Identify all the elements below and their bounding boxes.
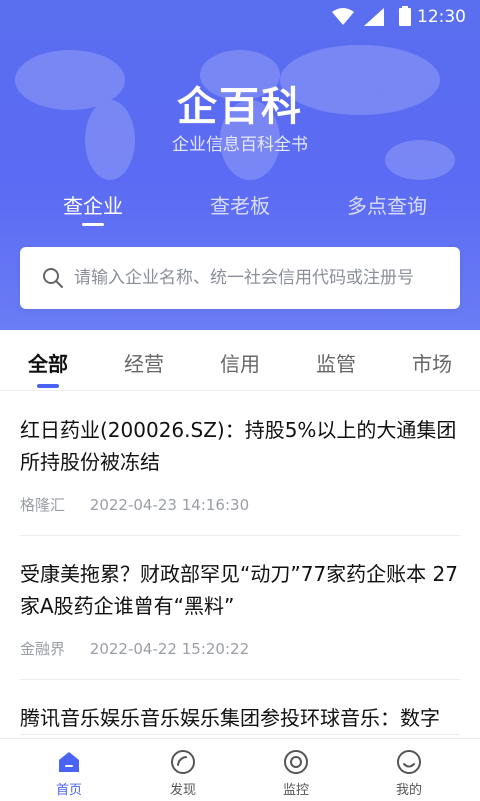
tab-active-indicator — [82, 223, 104, 226]
monitor-icon — [284, 750, 308, 774]
category-tabs: 全部 经营 信用 监管 市场 — [0, 330, 480, 391]
search-icon — [43, 268, 63, 288]
home-icon — [59, 752, 79, 772]
news-headline: 腾讯音乐娱乐音乐娱乐集团参投环球音乐：数字 — [20, 706, 440, 730]
news-list: 红日药业(200026.SZ)：持股5%以上的大通集团所持股份被冻结 格隆汇 2… — [0, 392, 480, 737]
tab-boss[interactable]: 查老板 — [210, 190, 270, 219]
hero-header: 12:30 企百科 企业信息百科全书 查企业 查老板 多点查询 — [0, 0, 480, 330]
news-item[interactable]: 腾讯音乐娱乐音乐娱乐集团参投环球音乐：数字 — [20, 680, 460, 735]
battery-icon — [399, 6, 411, 26]
news-headline: 受康美拖累？财政部罕见“动刀”77家药企账本 27家A股药企谁曾有“黑料” — [20, 562, 458, 618]
tab-company[interactable]: 查企业 — [63, 190, 123, 219]
nav-home-label: 首页 — [55, 783, 82, 798]
news-meta: 金融界 2022-04-22 15:20:22 — [20, 622, 460, 679]
category-operation[interactable]: 经营 — [124, 348, 164, 377]
bottom-navigation: 首页 发现 监控 我的 — [0, 738, 480, 801]
news-time: 2022-04-22 15:20:22 — [89, 640, 250, 658]
category-credit[interactable]: 信用 — [220, 348, 260, 377]
news-source: 格隆汇 — [20, 496, 66, 514]
signal-icon — [364, 8, 384, 26]
nav-discover-label: 发现 — [169, 783, 196, 798]
news-item[interactable]: 受康美拖累？财政部罕见“动刀”77家药企账本 27家A股药企谁曾有“黑料” 金融… — [20, 536, 460, 680]
nav-monitor[interactable]: 监控 — [236, 739, 356, 801]
category-market[interactable]: 市场 — [412, 348, 452, 377]
wifi-icon — [332, 8, 354, 25]
nav-profile-label: 我的 — [395, 783, 422, 798]
news-source: 金融界 — [20, 640, 66, 658]
search-box[interactable] — [20, 247, 460, 309]
category-active-indicator — [37, 384, 59, 388]
news-meta: 格隆汇 2022-04-23 14:16:30 — [20, 478, 460, 535]
category-all[interactable]: 全部 — [28, 348, 68, 377]
app-title: 企百科 — [177, 84, 303, 130]
status-bar: 12:30 — [0, 0, 480, 34]
nav-profile[interactable]: 我的 — [349, 739, 469, 801]
news-item[interactable]: 红日药业(200026.SZ)：持股5%以上的大通集团所持股份被冻结 格隆汇 2… — [20, 392, 460, 536]
nav-discover[interactable]: 发现 — [123, 739, 243, 801]
tab-multi-query[interactable]: 多点查询 — [347, 190, 427, 219]
category-supervision[interactable]: 监管 — [316, 348, 356, 377]
compass-icon — [171, 750, 195, 774]
news-headline: 红日药业(200026.SZ)：持股5%以上的大通集团所持股份被冻结 — [20, 418, 457, 474]
nav-home[interactable]: 首页 — [9, 739, 129, 801]
profile-icon — [397, 750, 421, 774]
search-mode-tabs: 查企业 查老板 多点查询 — [0, 190, 480, 230]
nav-monitor-label: 监控 — [282, 783, 309, 798]
status-time: 12:30 — [417, 7, 466, 27]
app-subtitle: 企业信息百科全书 — [172, 135, 308, 155]
news-time: 2022-04-23 14:16:30 — [89, 496, 250, 514]
search-input[interactable] — [72, 259, 446, 297]
